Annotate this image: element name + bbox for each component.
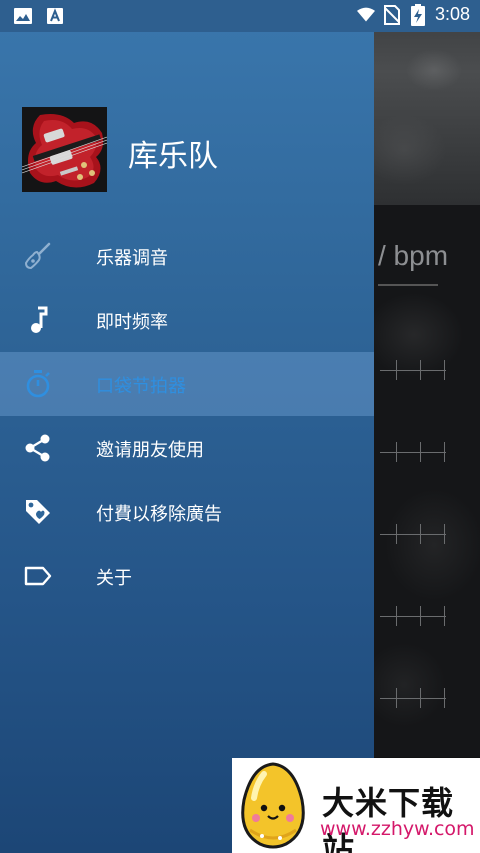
drawer-header: 库乐队 [22, 107, 362, 193]
app-name: 库乐队 [128, 139, 218, 174]
menu-item-label: 乐器调音 [96, 248, 168, 269]
menu-item-label: 邀请朋友使用 [96, 440, 204, 461]
wifi-icon [356, 6, 375, 24]
guitar-icon [24, 242, 52, 270]
watermark-url: www.zzhyw.com [320, 818, 475, 840]
scale-tick [380, 524, 446, 544]
scale-tick [380, 360, 446, 380]
bpm-label: / bpm [378, 240, 449, 271]
navigation-drawer: 库乐队 乐器调音 即时频率 口袋节拍器 邀请朋友使用 付費以移除廣告 关于 [0, 0, 374, 853]
music-note-icon [24, 306, 52, 334]
label-icon [24, 562, 52, 590]
guitar-photo [22, 107, 107, 192]
menu-item-metronome[interactable]: 口袋节拍器 [0, 352, 374, 416]
scale-tick [380, 688, 446, 708]
watermark: 大米下载站 www.zzhyw.com [232, 758, 480, 853]
menu-item-remove-ads[interactable]: 付費以移除廣告 [0, 480, 374, 544]
a-notification-icon [46, 7, 64, 25]
scale-tick [380, 606, 446, 626]
tempo-scale-area [374, 205, 480, 757]
bpm-underline [378, 284, 438, 286]
watermark-title: 大米下载站 [322, 784, 455, 853]
drawer-menu: 乐器调音 即时频率 口袋节拍器 邀请朋友使用 付費以移除廣告 关于 [0, 224, 374, 608]
menu-item-invite[interactable]: 邀请朋友使用 [0, 416, 374, 480]
egg-mascot-logo [236, 760, 310, 850]
menu-item-about[interactable]: 关于 [0, 544, 374, 608]
battery-charging-icon [409, 3, 427, 26]
status-bar: 3:08 [0, 0, 480, 32]
menu-item-label: 付費以移除廣告 [96, 504, 222, 525]
menu-item-label: 口袋节拍器 [96, 376, 186, 397]
status-time: 3:08 [434, 4, 470, 24]
image-icon [14, 7, 32, 25]
share-icon [24, 434, 52, 462]
menu-item-label: 即时频率 [96, 312, 168, 333]
menu-item-frequency[interactable]: 即时频率 [0, 288, 374, 352]
stopwatch-icon [24, 370, 52, 398]
menu-item-tuner[interactable]: 乐器调音 [0, 224, 374, 288]
scale-tick [380, 442, 446, 462]
tag-icon [24, 498, 52, 526]
no-sim-icon [383, 4, 401, 25]
menu-item-label: 关于 [96, 568, 132, 589]
